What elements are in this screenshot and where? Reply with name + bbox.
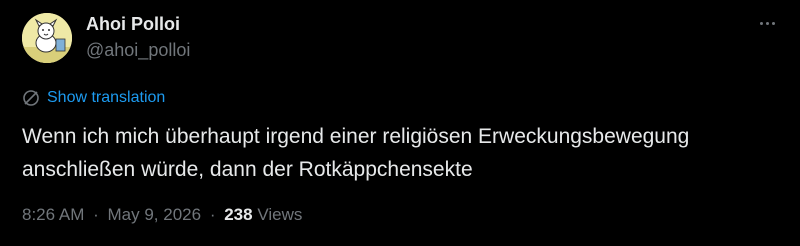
meta-separator: ·: [209, 205, 216, 224]
tweet-date[interactable]: May 9, 2026: [108, 205, 202, 224]
tweet-text: Wenn ich mich überhaupt irgend einer rel…: [22, 120, 782, 186]
dot-icon: [759, 21, 763, 25]
meta-separator: ·: [93, 205, 99, 224]
dot-icon: [771, 21, 775, 25]
cartoon-dog-avatar-icon: [22, 13, 72, 63]
author-handle[interactable]: @ahoi_polloi: [86, 40, 190, 61]
tweet-meta: 8:26 AM · May 9, 2026 · 238 Views: [22, 205, 302, 225]
show-translation-button[interactable]: Show translation: [22, 89, 165, 107]
tweet-time[interactable]: 8:26 AM: [22, 205, 84, 224]
tweet-card: Ahoi Polloi @ahoi_polloi Show translatio…: [0, 0, 800, 246]
views-label: Views: [257, 205, 303, 224]
avatar[interactable]: [22, 13, 72, 63]
more-options-button[interactable]: [755, 11, 779, 35]
author-display-name[interactable]: Ahoi Polloi: [86, 14, 180, 35]
tweet-text-line: Wenn ich mich überhaupt irgend einer rel…: [22, 125, 690, 148]
show-translation-label: Show translation: [47, 89, 166, 106]
tweet-text-line: anschließen würde, dann der Rotkäppchens…: [22, 158, 473, 181]
views-count: 238: [224, 205, 253, 224]
dot-icon: [765, 21, 769, 25]
globe-slash-icon: [23, 90, 39, 106]
